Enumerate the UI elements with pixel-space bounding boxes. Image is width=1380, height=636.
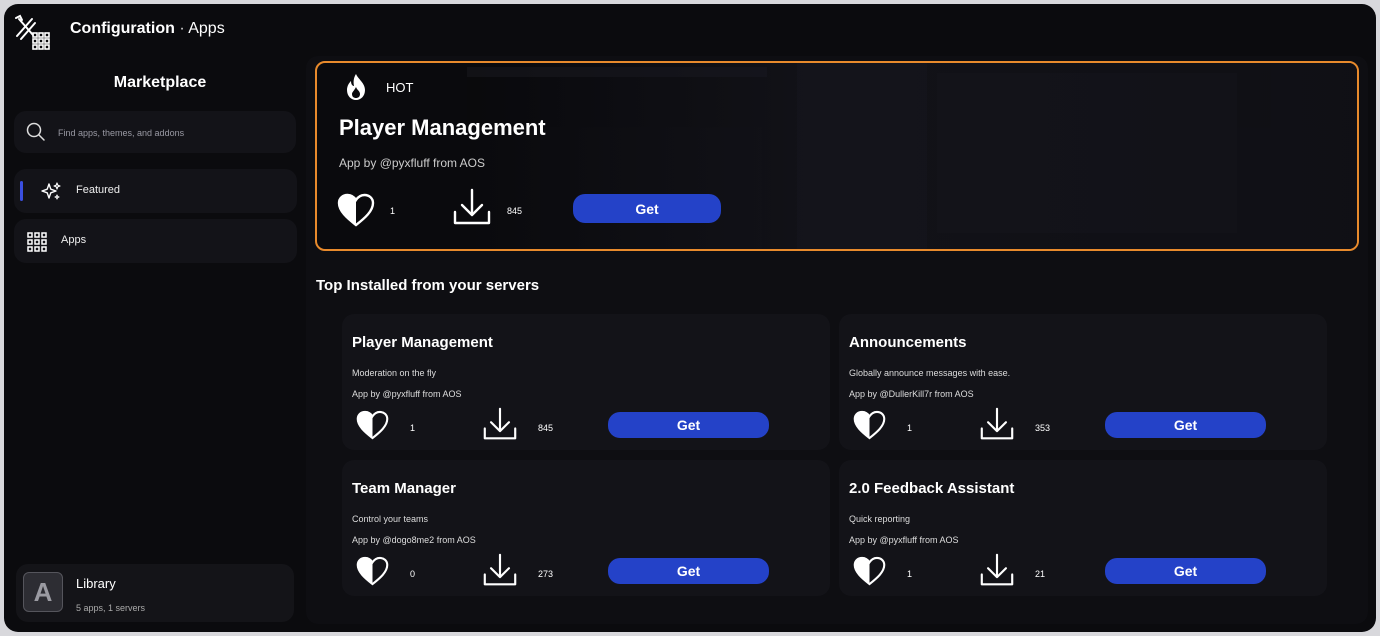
hero-downloads-count: 845 [507,206,523,216]
likes-count: 1 [907,569,913,579]
sidebar: Marketplace Featured [4,56,306,632]
app-author: App by @pyxfluff from AOS [352,389,462,399]
flame-icon [347,74,365,100]
active-indicator [20,181,23,201]
grid-icon [27,232,47,252]
download-icon [483,407,517,440]
app-author: App by @pyxfluff from AOS [849,535,959,545]
app-description: Control your teams [352,514,429,524]
sidebar-item-label: Featured [76,184,121,196]
app-card[interactable]: Player Management Moderation on the fly … [342,314,830,450]
hero-bg-shape [467,67,767,77]
download-icon [980,553,1014,586]
title-separator: · [179,20,185,37]
library-subtitle: 5 apps, 1 servers [76,603,146,613]
heart-icon[interactable] [853,410,886,440]
section-title: Top Installed from your servers [316,277,540,294]
downloads-count: 273 [538,569,554,579]
downloads-count: 353 [1035,423,1051,433]
featured-hero-banner[interactable]: HOT Player Management App by @pyxfluff f… [315,61,1359,251]
app-description: Moderation on the fly [352,368,437,378]
heart-icon[interactable] [853,556,886,586]
download-icon [453,188,491,225]
heart-icon[interactable] [356,410,389,440]
sidebar-title: Marketplace [113,74,207,91]
title-page: Apps [188,20,225,37]
hero-bg-shape [797,63,927,249]
sidebar-item-featured[interactable]: Featured [14,169,297,213]
app-window: Configuration · Apps Marketplace Feature… [4,4,1376,632]
library-card[interactable]: A Library 5 apps, 1 servers [16,564,294,622]
app-description: Quick reporting [849,514,911,524]
sidebar-item-label: Apps [61,234,87,246]
search-box[interactable] [14,111,296,153]
app-name: Announcements [849,334,967,351]
app-card[interactable]: 2.0 Feedback Assistant Quick reporting A… [839,460,1327,596]
search-icon [26,122,45,141]
title-section: Configuration [70,20,175,37]
hero-likes-count: 1 [390,206,396,216]
likes-count: 1 [907,423,913,433]
likes-count: 1 [410,423,416,433]
get-button[interactable]: Get [1105,558,1266,584]
app-card[interactable]: Announcements Globally announce messages… [839,314,1327,450]
get-button[interactable]: Get [608,412,769,438]
main-content: HOT Player Management App by @pyxfluff f… [306,56,1368,624]
library-title: Library [76,576,116,591]
hero-bg-shape [937,73,1237,233]
page-title: Configuration · Apps [70,20,225,38]
heart-icon[interactable] [337,193,375,227]
search-input[interactable] [56,122,290,144]
app-description: Globally announce messages with ease. [849,368,1011,378]
hero-title: Player Management [339,115,546,140]
top-bar: Configuration · Apps [4,4,1376,56]
app-author: App by @dogo8me2 from AOS [352,535,476,545]
app-card[interactable]: Team Manager Control your teams App by @… [342,460,830,596]
app-name: Team Manager [352,480,456,497]
downloads-count: 845 [538,423,554,433]
hero-author: App by @pyxfluff from AOS [339,156,486,170]
download-icon [980,407,1014,440]
download-icon [483,553,517,586]
app-logo-icon [15,14,50,50]
get-button[interactable]: Get [1105,412,1266,438]
downloads-count: 21 [1035,569,1046,579]
sparkles-icon [41,182,61,200]
heart-icon[interactable] [356,556,389,586]
app-name: Player Management [352,334,493,351]
likes-count: 0 [410,569,416,579]
get-button[interactable]: Get [608,558,769,584]
hero-get-button[interactable]: Get [573,194,721,223]
app-name: 2.0 Feedback Assistant [849,480,1015,497]
app-author: App by @DullerKill7r from AOS [849,389,974,399]
library-avatar: A [23,572,63,612]
sidebar-item-apps[interactable]: Apps [14,219,297,263]
hot-badge: HOT [386,80,414,95]
